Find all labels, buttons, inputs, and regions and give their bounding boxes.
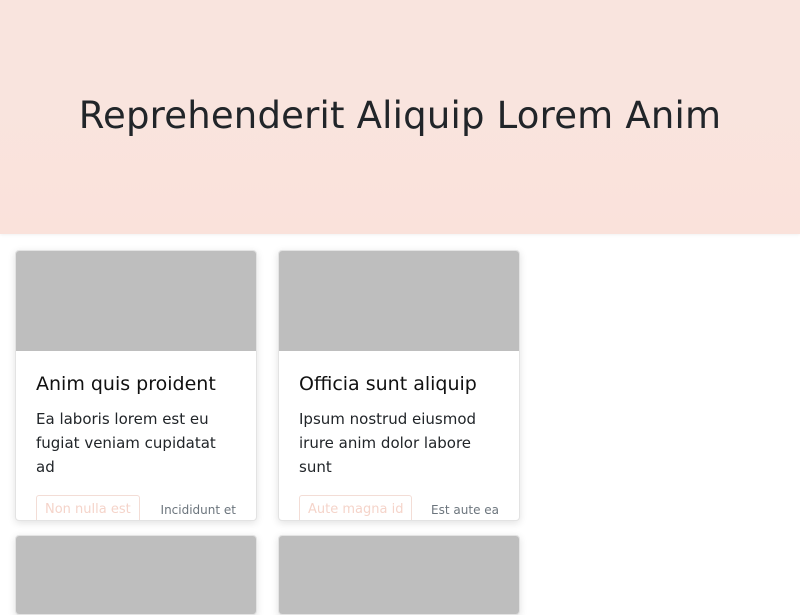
card-meta: Incididunt et <box>160 503 236 517</box>
card-meta: Est aute ea <box>431 503 499 517</box>
page-title: Reprehenderit Aliquip Lorem Anim <box>78 93 722 137</box>
card-title: Officia sunt aliquip <box>299 373 477 395</box>
card-image-placeholder <box>16 251 256 351</box>
card-button[interactable]: Non nulla est <box>36 495 140 520</box>
card-footer: Aute magna id Est aute ea <box>299 495 499 520</box>
card-body: Anim quis proident Ea laboris lorem est … <box>16 351 256 520</box>
card-image-placeholder <box>279 536 519 614</box>
card-3 <box>15 535 257 615</box>
card-title: Anim quis proident <box>36 373 216 395</box>
card-button[interactable]: Aute magna id <box>299 495 413 520</box>
hero-banner: Reprehenderit Aliquip Lorem Anim <box>0 0 800 234</box>
card-text: Ipsum nostrud eiusmod irure anim dolor l… <box>299 410 477 476</box>
card-1: Anim quis proident Ea laboris lorem est … <box>15 250 257 521</box>
card-footer: Non nulla est Incididunt et <box>36 495 236 520</box>
card-2: Officia sunt aliquip Ipsum nostrud eiusm… <box>278 250 520 521</box>
card-body: Officia sunt aliquip Ipsum nostrud eiusm… <box>279 351 519 520</box>
card-image-placeholder <box>16 536 256 614</box>
card-4 <box>278 535 520 615</box>
card-text: Ea laboris lorem est eu fugiat veniam cu… <box>36 410 216 476</box>
card-image-placeholder <box>279 251 519 351</box>
